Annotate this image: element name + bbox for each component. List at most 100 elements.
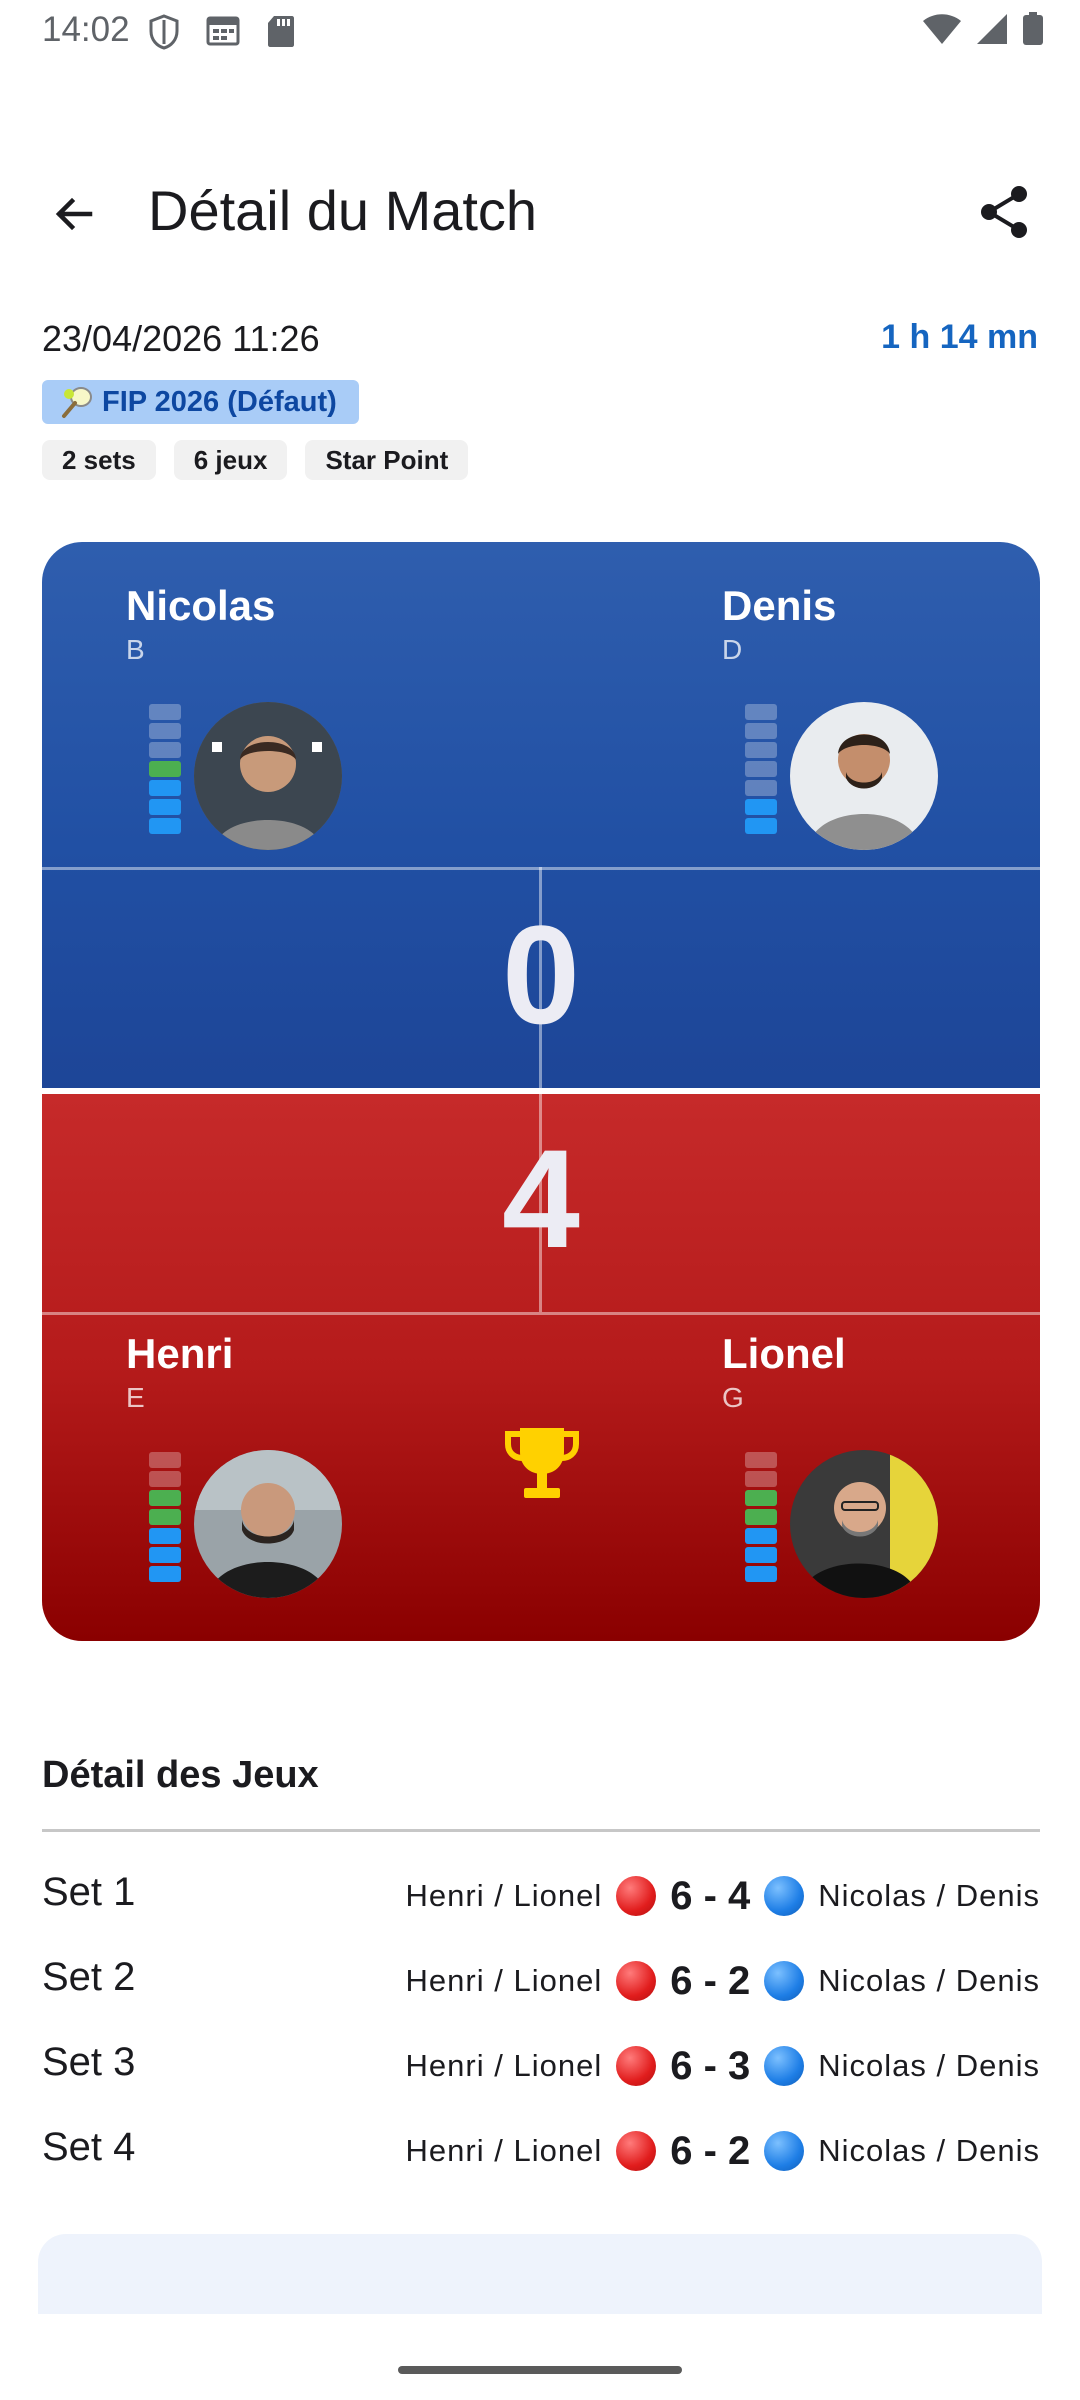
battery-icon: [1023, 12, 1043, 45]
match-detail-screen: 14:02 Détail du Match 23/04/2026 11:26 1…: [0, 0, 1080, 2400]
level-segment: [149, 1528, 181, 1544]
calendar-icon: [206, 16, 240, 46]
status-bar: 14:02: [0, 0, 1080, 62]
avatar: [790, 1450, 938, 1598]
set-label: Set 3: [42, 2040, 136, 2084]
level-bar: [745, 704, 777, 837]
back-button[interactable]: [42, 182, 106, 246]
player-position: D: [722, 634, 743, 665]
match-tags: 2 sets 6 jeux Star Point: [42, 440, 469, 480]
red-circle-icon: [616, 2131, 657, 2171]
tag-star-point: Star Point: [305, 440, 469, 480]
trophy-icon: [505, 1428, 579, 1498]
level-segment: [745, 1471, 777, 1487]
court-line: [42, 1312, 1040, 1315]
tournament-chip[interactable]: FIP 2026 (Défaut): [42, 380, 359, 424]
wifi-icon: [923, 14, 961, 44]
level-segment: [745, 761, 777, 777]
set-score: 6 - 3: [670, 2043, 751, 2088]
level-segment: [149, 818, 181, 834]
level-segment: [745, 1490, 777, 1506]
red-team-score: 4: [502, 1120, 580, 1277]
player-position: B: [126, 634, 145, 665]
blue-circle-icon: [764, 2131, 805, 2171]
player-lionel[interactable]: Lionel G: [722, 1330, 846, 1414]
sd-card-icon: [268, 16, 294, 47]
set-label: Set 2: [42, 1955, 136, 1999]
player-position: E: [126, 1382, 145, 1413]
level-segment: [745, 1547, 777, 1563]
set-score: 6 - 2: [670, 2128, 751, 2173]
level-segment: [745, 742, 777, 758]
app-bar: Détail du Match: [0, 160, 1080, 260]
team-b-names: Nicolas / Denis: [818, 2133, 1040, 2168]
player-nicolas[interactable]: Nicolas B: [126, 582, 275, 666]
player-henri[interactable]: Henri E: [126, 1330, 233, 1414]
team-a-names: Henri / Lionel: [405, 2133, 603, 2168]
set-row: Set 4 Henri / Lionel 6 - 2 Nicolas / Den…: [42, 2121, 1040, 2181]
home-indicator[interactable]: [398, 2366, 682, 2374]
level-segment: [149, 742, 181, 758]
match-duration: 1 h 14 mn: [881, 318, 1038, 356]
level-bar: [149, 1452, 181, 1585]
team-a-names: Henri / Lionel: [405, 1963, 603, 1998]
red-circle-icon: [616, 1876, 657, 1916]
level-segment: [149, 1471, 181, 1487]
level-segment: [745, 799, 777, 815]
avatar: [194, 702, 342, 850]
level-segment: [745, 704, 777, 720]
divider: [42, 1829, 1040, 1832]
level-segment: [149, 1547, 181, 1563]
level-segment: [149, 704, 181, 720]
player-name: Denis: [722, 582, 837, 629]
level-segment: [745, 1528, 777, 1544]
team-b-names: Nicolas / Denis: [818, 1878, 1040, 1913]
level-segment: [149, 723, 181, 739]
tag-games: 6 jeux: [173, 440, 288, 480]
set-score: 6 - 4: [670, 1873, 751, 1918]
set-row: Set 1 Henri / Lionel 6 - 4 Nicolas / Den…: [42, 1866, 1040, 1926]
share-icon: [981, 186, 1027, 238]
level-segment: [745, 1452, 777, 1468]
shield-icon: [149, 14, 179, 50]
team-a-names: Henri / Lionel: [405, 2048, 603, 2083]
level-segment: [745, 723, 777, 739]
level-segment: [149, 799, 181, 815]
player-denis[interactable]: Denis D: [722, 582, 836, 666]
level-segment: [745, 1509, 777, 1525]
red-circle-icon: [616, 2046, 657, 2086]
set-label: Set 4: [42, 2125, 136, 2169]
level-segment: [149, 1509, 181, 1525]
level-segment: [745, 1566, 777, 1582]
level-segment: [149, 780, 181, 796]
red-circle-icon: [616, 1961, 657, 2001]
avatar: [790, 702, 938, 850]
level-bar: [745, 1452, 777, 1585]
blue-circle-icon: [764, 1876, 805, 1916]
blue-circle-icon: [764, 2046, 805, 2086]
level-bar: [149, 704, 181, 837]
arrow-back-icon: [55, 197, 93, 231]
player-name: Henri: [126, 1330, 234, 1377]
tournament-label: FIP 2026 (Défaut): [102, 385, 337, 418]
level-segment: [745, 780, 777, 796]
level-segment: [149, 1452, 181, 1468]
blue-team-score: 0: [502, 896, 580, 1053]
player-name: Nicolas: [126, 582, 276, 629]
level-segment: [745, 818, 777, 834]
player-name: Lionel: [722, 1330, 846, 1377]
team-a-names: Henri / Lionel: [405, 1878, 603, 1913]
match-date: 23/04/2026 11:26: [42, 318, 320, 359]
set-label: Set 1: [42, 1870, 136, 1914]
blue-circle-icon: [764, 1961, 805, 2001]
share-button[interactable]: [972, 180, 1036, 244]
games-section-title: Détail des Jeux: [42, 1754, 319, 1796]
level-segment: [149, 1490, 181, 1506]
avatar: [194, 1450, 342, 1598]
team-b-names: Nicolas / Denis: [818, 2048, 1040, 2083]
scoreboard: 0 4 Nicolas B Denis D Henri E Lionel G: [42, 542, 1040, 1641]
level-segment: [149, 761, 181, 777]
status-time: 14:02: [42, 10, 130, 49]
level-segment: [149, 1566, 181, 1582]
player-position: G: [722, 1382, 744, 1413]
